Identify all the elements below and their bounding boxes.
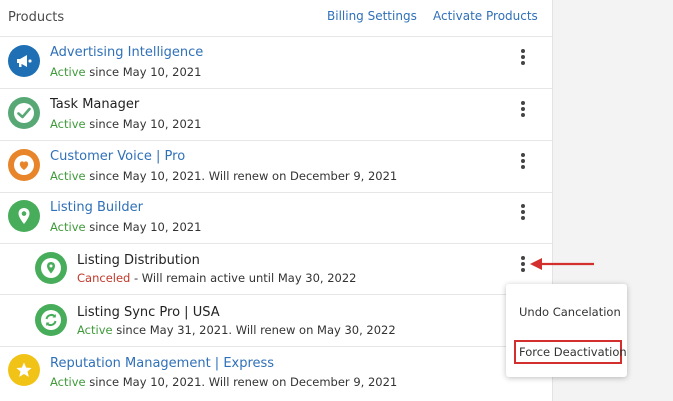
more-options-icon[interactable] [516, 151, 530, 171]
undo-cancelation-menu-item[interactable]: Undo Cancelation [519, 305, 621, 319]
distribution-icon [35, 252, 67, 284]
products-panel: Products Billing Settings Activate Produ… [0, 0, 553, 401]
billing-settings-link[interactable]: Billing Settings [327, 9, 417, 23]
product-name[interactable]: Advertising Intelligence [50, 45, 203, 60]
product-row-listing-sync-pro: Listing Sync Pro | USA Active since May … [0, 295, 552, 347]
status-detail: since May 10, 2021 [85, 117, 202, 131]
status-detail: - Will remain active until May 30, 2022 [130, 271, 357, 285]
megaphone-icon [8, 45, 40, 77]
star-icon [8, 354, 40, 386]
product-name: Listing Distribution [77, 253, 200, 268]
product-name: Listing Sync Pro | USA [77, 305, 220, 320]
product-name: Task Manager [50, 97, 140, 112]
product-status-line: Canceled - Will remain active until May … [77, 271, 357, 285]
product-row-task-manager: Task Manager Active since May 10, 2021 [0, 89, 552, 141]
product-status-line: Active since May 10, 2021. Will renew on… [50, 169, 397, 183]
product-row-reputation-management: Reputation Management | Express Active s… [0, 347, 552, 398]
status-active: Active [50, 117, 86, 131]
red-arrow-annotation-icon [530, 258, 594, 270]
product-status-line: Active since May 10, 2021 [50, 220, 201, 234]
product-name[interactable]: Reputation Management | Express [50, 356, 274, 371]
product-name[interactable]: Customer Voice | Pro [50, 149, 185, 164]
products-header: Products Billing Settings Activate Produ… [0, 0, 552, 37]
status-detail: since May 10, 2021. Will renew on Decemb… [85, 169, 398, 183]
more-options-icon[interactable] [516, 47, 530, 67]
options-dropdown-menu: Undo Cancelation Force Deactivation [506, 284, 627, 377]
product-row-customer-voice: Customer Voice | Pro Active since May 10… [0, 141, 552, 193]
product-name[interactable]: Listing Builder [50, 200, 143, 215]
more-options-icon[interactable] [516, 202, 530, 222]
checkmark-icon [8, 97, 40, 129]
status-canceled: Canceled [77, 271, 131, 285]
status-detail: since May 10, 2021 [85, 65, 202, 79]
heart-icon [8, 149, 40, 181]
status-detail: since May 10, 2021 [85, 220, 202, 234]
product-status-line: Active since May 31, 2021. Will renew on… [77, 323, 396, 337]
status-active: Active [50, 220, 86, 234]
status-active: Active [50, 65, 86, 79]
product-status-line: Active since May 10, 2021. Will renew on… [50, 375, 397, 389]
product-row-advertising-intelligence: Advertising Intelligence Active since Ma… [0, 37, 552, 89]
status-detail: since May 10, 2021. Will renew on Decemb… [85, 375, 398, 389]
activate-products-link[interactable]: Activate Products [433, 9, 538, 23]
product-row-listing-distribution: Listing Distribution Canceled - Will rem… [0, 243, 552, 295]
force-deactivation-menu-item[interactable]: Force Deactivation [519, 345, 627, 359]
sync-icon [35, 304, 67, 336]
more-options-icon[interactable] [516, 99, 530, 119]
status-active: Active [77, 323, 113, 337]
status-active: Active [50, 375, 86, 389]
status-active: Active [50, 169, 86, 183]
product-status-line: Active since May 10, 2021 [50, 65, 201, 79]
product-row-listing-builder: Listing Builder Active since May 10, 202… [0, 192, 552, 244]
product-status-line: Active since May 10, 2021 [50, 117, 201, 131]
status-detail: since May 31, 2021. Will renew on May 30… [112, 323, 396, 337]
location-pin-icon [8, 200, 40, 232]
products-title: Products [8, 10, 65, 25]
